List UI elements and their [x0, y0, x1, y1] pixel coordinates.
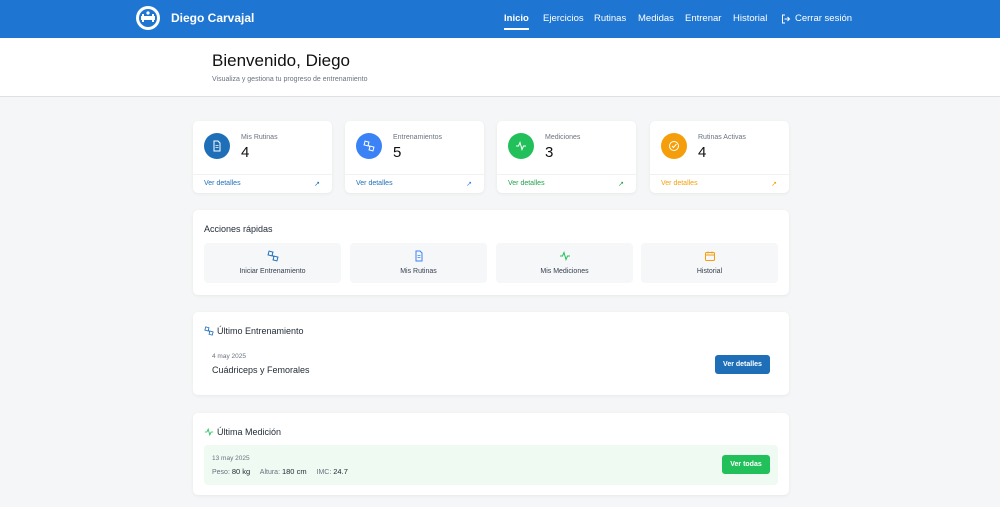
last-training-card: Último Entrenamiento 4 may 2025 Cuádrice… — [193, 312, 789, 395]
arrow-up-right-icon: ↗ — [466, 181, 472, 188]
stat-label: Entrenamientos — [393, 134, 443, 141]
nav-link-ejercicios[interactable]: Ejercicios — [543, 13, 584, 24]
quick-action-label: Iniciar Entrenamiento — [239, 268, 306, 275]
quick-action-history[interactable]: Historial — [641, 243, 778, 283]
bmi-value: 24.7 — [333, 467, 348, 476]
weight-label: Peso: — [212, 469, 230, 476]
quick-action-my-routines[interactable]: Mis Rutinas — [350, 243, 487, 283]
stat-value: 3 — [545, 144, 554, 161]
activity-icon — [204, 427, 214, 437]
measurement-stats: Peso: 80 kg Altura: 180 cm IMC: 24.7 — [212, 467, 348, 476]
nav-link-medidas[interactable]: Medidas — [638, 13, 674, 24]
view-details-button[interactable]: Ver detalles — [715, 355, 770, 374]
page-header: Bienvenido, Diego Visualiza y gestiona t… — [0, 38, 1000, 97]
stat-value: 5 — [393, 144, 402, 161]
nav-link-inicio[interactable]: Inicio — [504, 13, 529, 30]
stat-label: Mediciones — [545, 134, 581, 141]
logout-label: Cerrar sesión — [795, 13, 853, 24]
nav-link-historial[interactable]: Historial — [733, 13, 767, 24]
arrow-up-right-icon: ↗ — [771, 181, 777, 188]
dumbbell-icon — [204, 326, 214, 336]
page-subtitle: Visualiza y gestiona tu progreso de entr… — [212, 76, 368, 83]
nav-links: Inicio Ejercicios Rutinas Medidas Entren… — [0, 0, 1000, 38]
stat-link[interactable]: Ver detalles — [356, 180, 393, 187]
top-navbar: Diego Carvajal Inicio Ejercicios Rutinas… — [0, 0, 1000, 38]
quick-actions-card: Acciones rápidas Iniciar Entrenamiento M… — [193, 210, 789, 295]
height-value: 180 cm — [281, 467, 307, 476]
last-measurement-date: 13 may 2025 — [212, 455, 250, 462]
stat-card-rutinas: Mis Rutinas 4 Ver detalles ↗ — [193, 121, 332, 193]
stat-footer[interactable]: Ver detalles ↗ — [345, 174, 484, 193]
stat-label: Rutinas Activas — [698, 134, 746, 141]
last-measurement-card: Última Medición 13 may 2025 Peso: 80 kg … — [193, 413, 789, 495]
quick-action-start-training[interactable]: Iniciar Entrenamiento — [204, 243, 341, 283]
stat-link[interactable]: Ver detalles — [508, 180, 545, 187]
quick-action-label: Historial — [696, 268, 723, 275]
stat-value: 4 — [698, 144, 707, 161]
quick-action-label: Mis Rutinas — [400, 268, 437, 275]
last-training-date: 4 may 2025 — [212, 353, 246, 360]
activity-icon — [508, 133, 534, 159]
height-label: Altura: — [259, 469, 281, 476]
bmi-label: IMC: — [316, 469, 332, 476]
nav-link-entrenar[interactable]: Entrenar — [685, 13, 721, 24]
check-circle-icon — [661, 133, 687, 159]
stat-link[interactable]: Ver detalles — [204, 180, 241, 187]
stat-value: 4 — [241, 144, 250, 161]
view-all-button[interactable]: Ver todas — [722, 455, 770, 474]
stat-footer[interactable]: Ver detalles ↗ — [193, 174, 332, 193]
last-measurement-title: Última Medición — [217, 427, 282, 437]
nav-link-rutinas[interactable]: Rutinas — [594, 13, 626, 24]
stat-card-entrenamientos: Entrenamientos 5 Ver detalles ↗ — [345, 121, 484, 193]
stat-link[interactable]: Ver detalles — [661, 180, 698, 187]
quick-action-my-measurements[interactable]: Mis Mediciones — [496, 243, 633, 283]
stat-card-mediciones: Mediciones 3 Ver detalles ↗ — [497, 121, 636, 193]
last-training-name: Cuádriceps y Femorales — [212, 365, 310, 375]
arrow-up-right-icon: ↗ — [314, 181, 320, 188]
last-training-title: Último Entrenamiento — [217, 326, 304, 336]
dumbbell-icon — [266, 250, 279, 262]
last-measurement-box: 13 may 2025 Peso: 80 kg Altura: 180 cm I… — [204, 445, 778, 485]
page-title: Bienvenido, Diego — [212, 51, 350, 70]
calendar-icon — [704, 251, 715, 261]
document-icon — [204, 133, 230, 159]
dumbbell-icon — [356, 133, 382, 159]
logout-button[interactable]: Cerrar sesión — [781, 13, 852, 24]
stat-footer[interactable]: Ver detalles ↗ — [497, 174, 636, 193]
stat-label: Mis Rutinas — [241, 134, 278, 141]
stat-card-rutinas-activas: Rutinas Activas 4 Ver detalles ↗ — [650, 121, 789, 193]
quick-actions-title: Acciones rápidas — [204, 224, 273, 234]
activity-icon — [559, 251, 570, 261]
arrow-up-right-icon: ↗ — [618, 181, 624, 188]
quick-action-label: Mis Mediciones — [540, 268, 589, 275]
document-icon — [415, 250, 422, 262]
logout-icon — [782, 14, 791, 23]
weight-value: 80 kg — [231, 467, 251, 476]
stat-footer[interactable]: Ver detalles ↗ — [650, 174, 789, 193]
